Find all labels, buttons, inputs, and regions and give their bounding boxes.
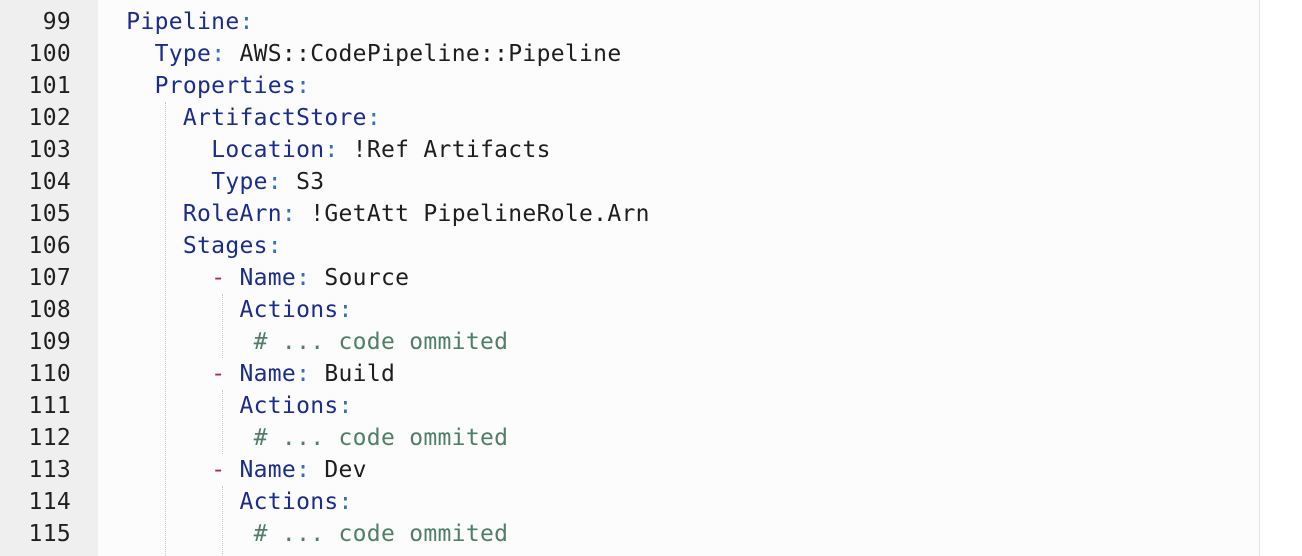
- line-number: 101: [28, 73, 71, 99]
- yaml-colon: :: [267, 169, 282, 195]
- line-number: 105: [28, 201, 71, 227]
- yaml-colon: :: [267, 233, 282, 259]
- yaml-colon: :: [366, 105, 381, 131]
- yaml-value: !GetAtt PipelineRole.Arn: [296, 201, 650, 227]
- indent-guide: [222, 294, 223, 358]
- yaml-colon: :: [338, 489, 353, 515]
- indent-guide: [222, 390, 223, 454]
- code-line[interactable]: Type: AWS::CodePipeline::Pipeline: [98, 38, 622, 70]
- list-dash: -: [211, 361, 240, 387]
- yaml-key: Type: [211, 169, 268, 195]
- line-number: 108: [28, 297, 71, 323]
- code-line[interactable]: Type: S3: [98, 166, 324, 198]
- yaml-colon: :: [338, 297, 353, 323]
- yaml-key: Name: [239, 361, 297, 387]
- code-line[interactable]: ArtifactStore:: [98, 102, 381, 134]
- yaml-key: ArtifactStore: [182, 105, 367, 131]
- yaml-key: Actions: [239, 297, 339, 323]
- yaml-key: Stages: [182, 233, 268, 259]
- line-number: 111: [28, 393, 71, 419]
- yaml-colon: :: [281, 201, 297, 227]
- yaml-value: S3: [281, 169, 325, 195]
- yaml-colon: :: [296, 457, 311, 483]
- code-line[interactable]: Actions:: [98, 486, 353, 518]
- yaml-key: Name: [239, 457, 297, 483]
- yaml-colon: :: [296, 265, 311, 291]
- line-number: 109: [28, 329, 71, 355]
- yaml-colon: :: [296, 361, 311, 387]
- line-number: 107: [28, 265, 71, 291]
- line-number: 106: [28, 233, 71, 259]
- code-line[interactable]: # ... code ommited: [98, 518, 508, 550]
- code-comment: # ... code ommited: [253, 521, 509, 547]
- code-line[interactable]: Stages:: [98, 230, 282, 262]
- yaml-value: Build: [310, 361, 396, 387]
- code-line[interactable]: Actions:: [98, 294, 353, 326]
- code-line[interactable]: - Name: Dev: [98, 454, 367, 486]
- yaml-key: Pipeline: [126, 9, 240, 35]
- editor-scroll-strip[interactable]: [1260, 0, 1302, 556]
- code-comment: # ... code ommited: [253, 425, 509, 451]
- code-comment: # ... code ommited: [253, 329, 509, 355]
- line-number: 114: [28, 489, 71, 515]
- code-line[interactable]: # ... code ommited: [98, 326, 508, 358]
- yaml-key: Actions: [239, 489, 339, 515]
- yaml-key: Location: [211, 137, 325, 163]
- yaml-key: Actions: [239, 393, 339, 419]
- code-line[interactable]: - Name: Build: [98, 358, 395, 390]
- yaml-colon: :: [324, 137, 339, 163]
- line-number: 112: [28, 425, 71, 451]
- list-dash: -: [211, 457, 240, 483]
- list-dash: -: [211, 265, 240, 291]
- line-number: 113: [28, 457, 71, 483]
- indent-guide: [222, 486, 223, 556]
- indent-guide: [165, 102, 166, 556]
- line-number: 99: [42, 9, 71, 35]
- code-line[interactable]: Properties:: [98, 70, 310, 102]
- line-number: 115: [28, 521, 71, 547]
- yaml-value: Source: [310, 265, 410, 291]
- yaml-colon: :: [338, 393, 353, 419]
- line-number: 104: [28, 169, 71, 195]
- code-line[interactable]: - Name: Source: [98, 262, 409, 294]
- code-line[interactable]: # ... code ommited: [98, 422, 508, 454]
- code-line[interactable]: Pipeline:: [98, 6, 254, 38]
- yaml-colon: :: [239, 9, 254, 35]
- yaml-key: Properties: [154, 73, 297, 99]
- yaml-key: Type: [154, 41, 212, 67]
- yaml-value: AWS::CodePipeline::Pipeline: [225, 41, 622, 67]
- code-line[interactable]: Actions:: [98, 390, 353, 422]
- yaml-key: RoleArn: [182, 201, 282, 227]
- yaml-key: Name: [239, 265, 297, 291]
- yaml-value: !Ref Artifacts: [338, 137, 551, 163]
- line-number: 110: [28, 361, 71, 387]
- line-number: 100: [28, 41, 71, 67]
- line-number: 102: [28, 105, 71, 131]
- code-line[interactable]: RoleArn: !GetAtt PipelineRole.Arn: [98, 198, 650, 230]
- yaml-value: Dev: [310, 457, 367, 483]
- yaml-colon: :: [296, 73, 311, 99]
- line-number: 103: [28, 137, 71, 163]
- yaml-colon: :: [211, 41, 226, 67]
